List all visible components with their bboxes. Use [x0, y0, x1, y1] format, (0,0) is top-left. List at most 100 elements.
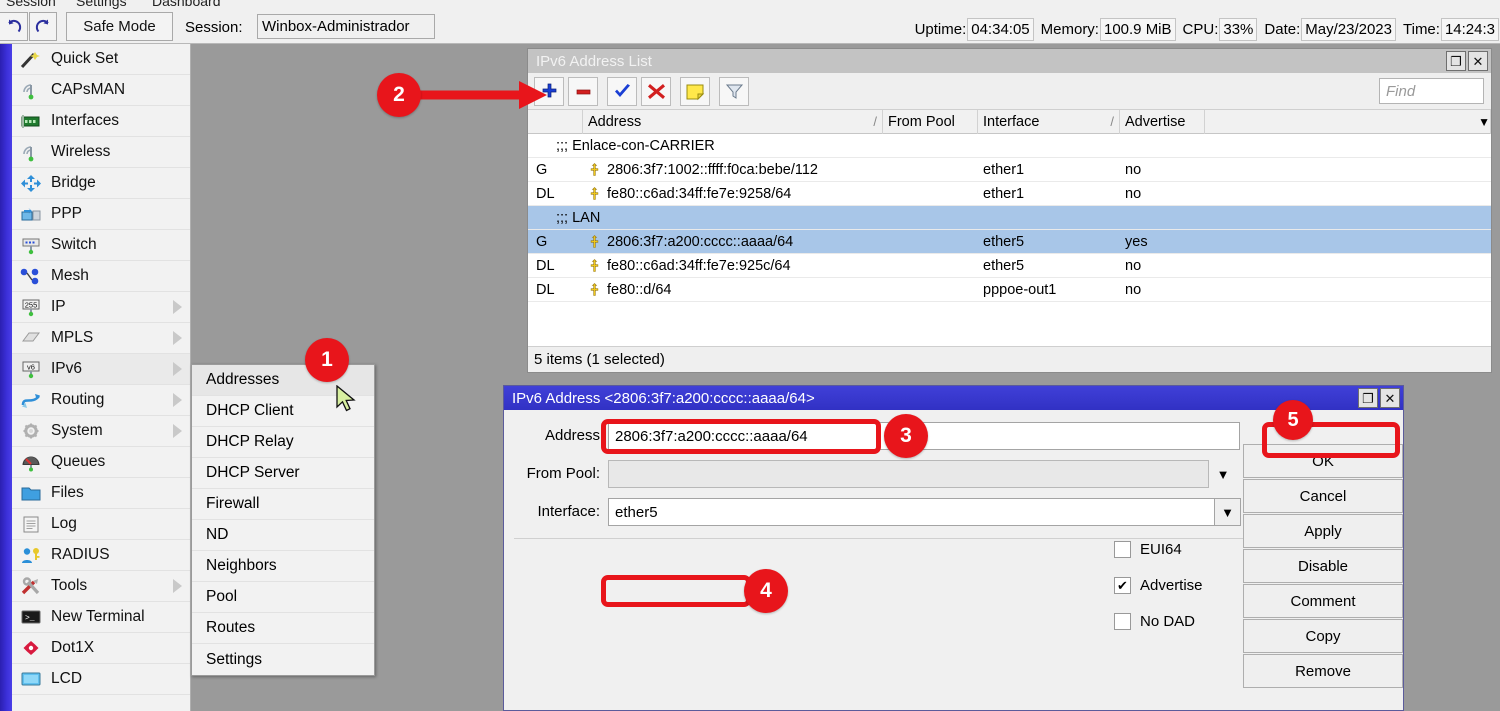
comment-button[interactable]: Comment: [1243, 584, 1403, 618]
winbox-left-strip: WINBOX: [0, 44, 12, 711]
column-header-from-pool[interactable]: From Pool: [883, 110, 978, 134]
enable-check-icon[interactable]: [607, 77, 637, 106]
sidebar-item-mpls[interactable]: MPLS: [12, 323, 190, 354]
sidebar-item-label: Routing: [51, 391, 104, 409]
remove-minus-icon[interactable]: [568, 77, 598, 106]
sidebar-item-files[interactable]: Files: [12, 478, 190, 509]
sidebar-item-new-terminal[interactable]: >_New Terminal: [12, 602, 190, 633]
sidebar-item-label: Dot1X: [51, 639, 94, 657]
sidebar-item-interfaces[interactable]: Interfaces: [12, 106, 190, 137]
menu-item-session[interactable]: Session: [6, 0, 56, 9]
disable-cross-icon[interactable]: [641, 77, 671, 106]
checkbox-advertise[interactable]: ✔Advertise: [1114, 574, 1203, 596]
submenu-item-neighbors[interactable]: Neighbors: [192, 551, 374, 582]
user-key-icon: [18, 544, 44, 566]
table-comment-row[interactable]: ;;; LAN: [528, 206, 1491, 230]
comment-note-icon[interactable]: [680, 77, 710, 106]
address-pin-icon: [588, 163, 601, 176]
gear-icon: [18, 420, 44, 442]
sidebar-item-bridge[interactable]: Bridge: [12, 168, 190, 199]
disable-button[interactable]: Disable: [1243, 549, 1403, 583]
submenu-item-dhcp-relay[interactable]: DHCP Relay: [192, 427, 374, 458]
sidebar-item-label: PPP: [51, 205, 82, 223]
remove-button[interactable]: Remove: [1243, 654, 1403, 688]
uptime-value: 04:34:05: [967, 18, 1033, 41]
table-row[interactable]: DLfe80::c6ad:34ff:fe7e:9258/64ether1no: [528, 182, 1491, 206]
address-dialog-titlebar[interactable]: IPv6 Address <2806:3f7:a200:cccc::aaaa/6…: [504, 386, 1403, 410]
filter-funnel-icon[interactable]: [719, 77, 749, 106]
submenu-item-routes[interactable]: Routes: [192, 613, 374, 644]
cancel-button[interactable]: Cancel: [1243, 479, 1403, 513]
interface-dropdown-icon[interactable]: ▼: [1215, 498, 1241, 526]
cell-from-pool: [883, 254, 978, 278]
dialog-button-column[interactable]: OKCancelApplyDisableCommentCopyRemove: [1243, 444, 1403, 689]
sidebar-item-label: RADIUS: [51, 546, 110, 564]
column-header-advertise[interactable]: Advertise: [1120, 110, 1205, 134]
address-list-titlebar[interactable]: IPv6 Address List ❐ ✕: [528, 49, 1491, 73]
menu-item-dashboard[interactable]: Dashboard: [152, 0, 221, 9]
redo-button[interactable]: [29, 12, 57, 41]
maximize-icon[interactable]: ❐: [1358, 388, 1378, 408]
sidebar-item-ip[interactable]: 255IP: [12, 292, 190, 323]
checkbox-unchecked-icon[interactable]: [1114, 613, 1131, 630]
sidebar-item-ppp[interactable]: PPP: [12, 199, 190, 230]
undo-button[interactable]: [0, 12, 28, 41]
address-dialog-window-buttons: ❐ ✕: [1358, 388, 1400, 408]
sidebar-item-system[interactable]: System: [12, 416, 190, 447]
session-value[interactable]: Winbox-Administrador: [257, 14, 435, 39]
cell-flags: DL: [528, 182, 583, 206]
apply-button[interactable]: Apply: [1243, 514, 1403, 548]
submenu-item-nd[interactable]: ND: [192, 520, 374, 551]
submenu-item-firewall[interactable]: Firewall: [192, 489, 374, 520]
sidebar-item-capsman[interactable]: CAPsMAN: [12, 75, 190, 106]
sidebar-item-routing[interactable]: Routing: [12, 385, 190, 416]
address-list-status: 5 items (1 selected): [528, 346, 1491, 372]
checkbox-no-dad[interactable]: No DAD: [1114, 610, 1195, 632]
checkbox-eui64[interactable]: EUI64: [1114, 538, 1182, 560]
submenu-item-pool[interactable]: Pool: [192, 582, 374, 613]
checkbox-checked-icon[interactable]: ✔: [1114, 577, 1131, 594]
antenna-icon: [18, 141, 44, 163]
sidebar-item-log[interactable]: Log: [12, 509, 190, 540]
menu-item-settings[interactable]: Settings: [76, 0, 127, 9]
table-comment-row[interactable]: ;;; Enlace-con-CARRIER: [528, 134, 1491, 158]
column-header-interface[interactable]: Interface/: [978, 110, 1120, 134]
ok-button[interactable]: OK: [1243, 444, 1403, 478]
sidebar-item-label: Log: [51, 515, 77, 533]
sidebar-item-wireless[interactable]: Wireless: [12, 137, 190, 168]
interface-input[interactable]: ether5: [608, 498, 1215, 526]
app-menubar[interactable]: Session Settings Dashboard: [0, 0, 1500, 9]
search-input[interactable]: Find: [1379, 78, 1484, 104]
sidebar-item-switch[interactable]: Switch: [12, 230, 190, 261]
copy-button[interactable]: Copy: [1243, 619, 1403, 653]
address-table-body[interactable]: ;;; Enlace-con-CARRIERG2806:3f7:1002::ff…: [528, 134, 1491, 372]
antenna-icon: [18, 79, 44, 101]
sidebar-item-tools[interactable]: Tools: [12, 571, 190, 602]
bridge-arrows-icon: [18, 172, 44, 194]
sidebar-item-lcd[interactable]: LCD: [12, 664, 190, 695]
submenu-item-dhcp-server[interactable]: DHCP Server: [192, 458, 374, 489]
sidebar-item-dot1x[interactable]: Dot1X: [12, 633, 190, 664]
address-pin-icon: [588, 259, 601, 272]
sidebar-item-mesh[interactable]: Mesh: [12, 261, 190, 292]
column-header-address[interactable]: Address/: [583, 110, 883, 134]
column-chooser-icon[interactable]: ▼: [1205, 110, 1491, 134]
maximize-icon[interactable]: ❐: [1446, 51, 1466, 71]
table-row[interactable]: G2806:3f7:a200:cccc::aaaa/64ether5yes: [528, 230, 1491, 254]
sidebar-item-radius[interactable]: RADIUS: [12, 540, 190, 571]
submenu-item-settings[interactable]: Settings: [192, 644, 374, 675]
chevron-down-icon[interactable]: ▼: [1210, 460, 1236, 488]
sidebar-item-ipv6[interactable]: v6IPv6: [12, 354, 190, 385]
table-row[interactable]: G2806:3f7:1002::ffff:f0ca:bebe/112ether1…: [528, 158, 1491, 182]
sidebar-item-queues[interactable]: Queues: [12, 447, 190, 478]
safe-mode-button[interactable]: Safe Mode: [66, 12, 173, 41]
from-pool-input[interactable]: [608, 460, 1209, 488]
checkbox-unchecked-icon[interactable]: [1114, 541, 1131, 558]
table-row[interactable]: DLfe80::c6ad:34ff:fe7e:925c/64ether5no: [528, 254, 1491, 278]
table-row[interactable]: DLfe80::d/64pppoe-out1no: [528, 278, 1491, 302]
close-icon[interactable]: ✕: [1468, 51, 1488, 71]
close-icon[interactable]: ✕: [1380, 388, 1400, 408]
column-header-flags[interactable]: [528, 110, 583, 134]
sidebar-item-quick-set[interactable]: Quick Set: [12, 44, 190, 75]
sidebar-menu[interactable]: Quick SetCAPsMANInterfacesWirelessBridge…: [12, 44, 191, 711]
